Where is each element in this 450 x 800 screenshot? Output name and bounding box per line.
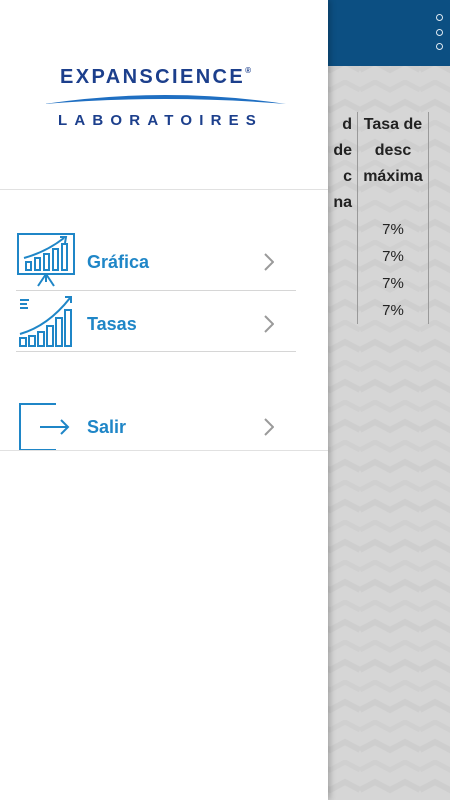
chevron-right-icon xyxy=(264,253,275,276)
drawer-divider xyxy=(0,189,328,190)
table-row: 7% xyxy=(316,270,429,297)
brand-subtitle: LABORATOIRES xyxy=(58,112,264,129)
menu-item-grafica[interactable]: Gráfica xyxy=(0,232,296,290)
menu-label-salir: Salir xyxy=(87,417,127,437)
drawer-divider xyxy=(0,450,328,451)
presentation-chart-icon xyxy=(16,232,76,293)
navigation-drawer: EXPANSCIENCE® LABORATOIRES Gráfica Tasas… xyxy=(0,0,328,800)
rates-table: d de c na Tasa de desc máxima 7% 7% 7% 7… xyxy=(316,112,429,324)
table-row: 7% xyxy=(316,243,429,270)
brand-logo: EXPANSCIENCE® LABORATOIRES xyxy=(44,64,286,134)
chevron-right-icon xyxy=(264,315,275,338)
brand-name: EXPANSCIENCE xyxy=(60,66,246,88)
table-row: 7% xyxy=(316,216,429,243)
menu-divider xyxy=(16,290,296,291)
logout-icon xyxy=(16,402,76,457)
brand-swoosh-icon xyxy=(44,95,286,104)
menu-label-grafica: Gráfica xyxy=(87,252,150,272)
chevron-right-icon xyxy=(264,418,275,441)
bar-chart-growth-icon xyxy=(16,294,76,355)
menu-item-tasas[interactable]: Tasas xyxy=(0,294,296,352)
table-header-max-rate: Tasa de desc máxima xyxy=(357,112,429,216)
menu-label-tasas: Tasas xyxy=(87,314,137,334)
table-row: 7% xyxy=(316,297,429,324)
brand-registered: ® xyxy=(245,66,252,75)
more-vert-icon[interactable] xyxy=(434,14,444,50)
menu-divider xyxy=(16,351,296,352)
